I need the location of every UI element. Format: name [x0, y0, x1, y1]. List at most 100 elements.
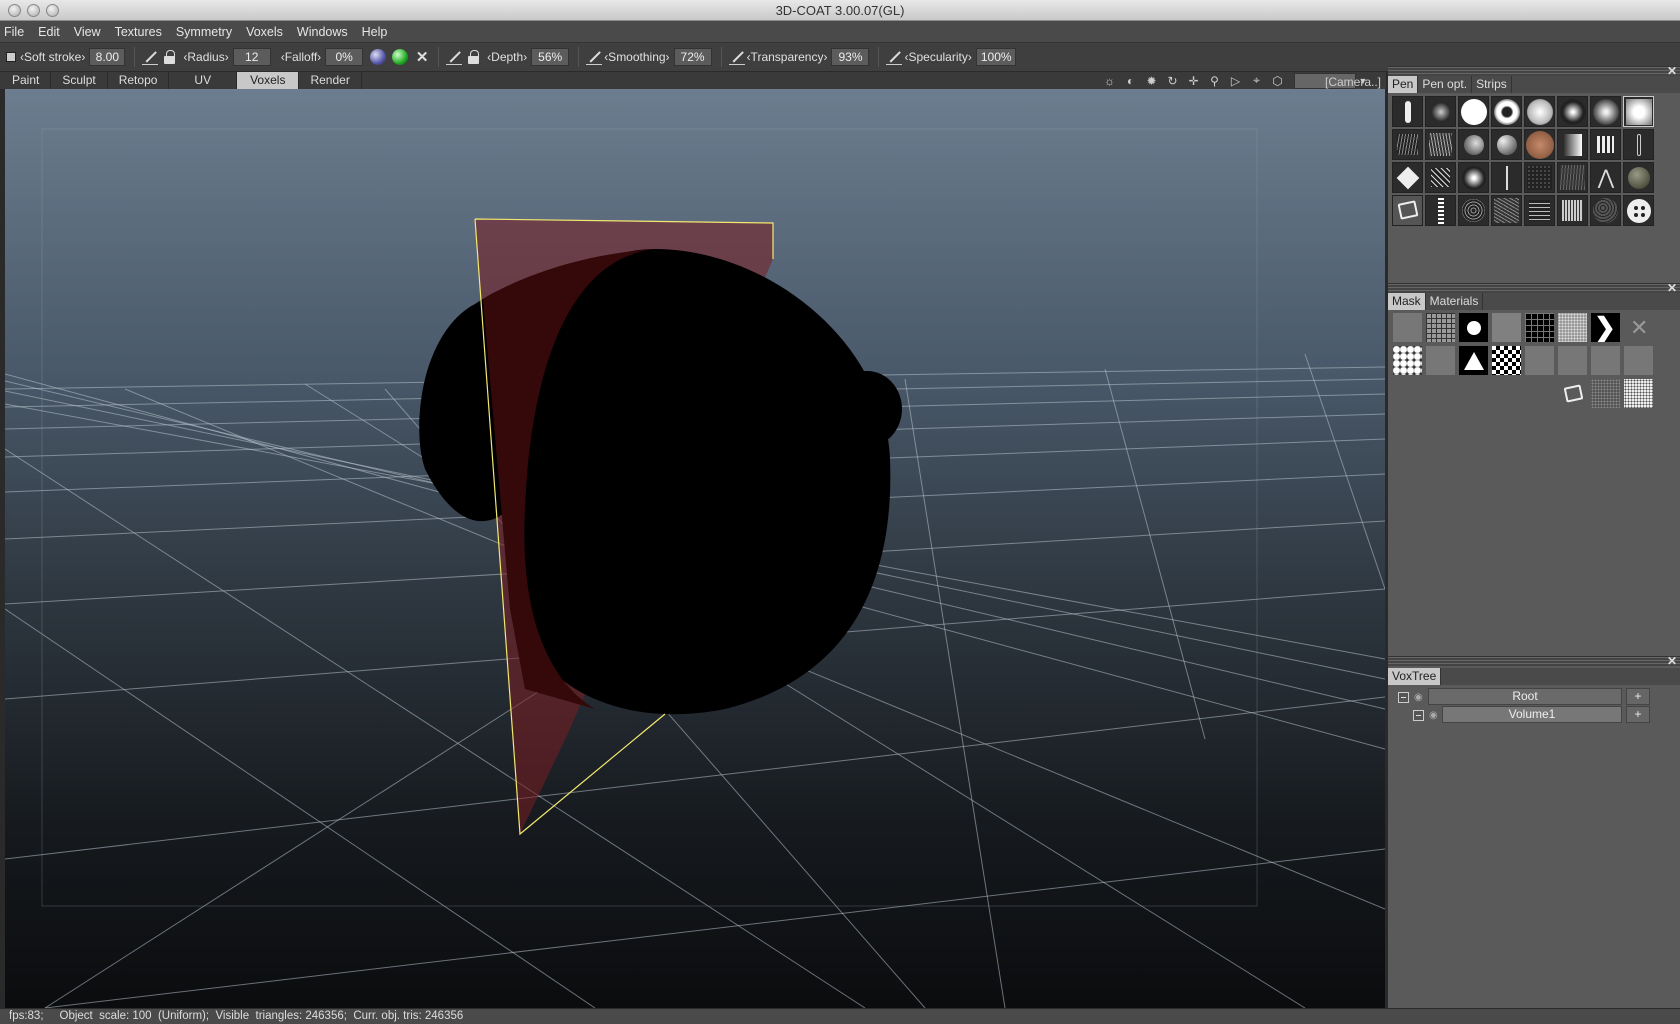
mask-item[interactable] [1491, 312, 1522, 343]
tab-pen[interactable]: Pen [1388, 76, 1419, 93]
specular-sphere-icon[interactable] [370, 49, 387, 65]
soft-stroke-label[interactable]: ‹Soft stroke› [20, 50, 85, 64]
tab-pen-options[interactable]: Pen opt. [1418, 76, 1473, 93]
close-window-button[interactable] [8, 4, 21, 17]
contrast-icon[interactable]: ◐ [1120, 74, 1141, 88]
smoothing-value[interactable]: 72% [673, 48, 712, 66]
cube-icon[interactable]: ⬡ [1267, 74, 1288, 88]
brush-alpha-item[interactable] [1425, 195, 1456, 226]
color-sphere-icon[interactable] [392, 49, 409, 65]
mask-item[interactable] [1392, 345, 1423, 376]
mask-item[interactable] [1524, 312, 1555, 343]
tab-retopo[interactable]: Retopo [108, 72, 170, 89]
close-icon[interactable]: ✕ [414, 48, 430, 66]
brush-alpha-item[interactable] [1590, 129, 1621, 160]
mask-panel-header[interactable]: ✕ [1388, 282, 1680, 294]
brush-alpha-item[interactable] [1491, 129, 1522, 160]
tab-materials[interactable]: Materials [1426, 293, 1484, 310]
radius-value[interactable]: 12 [232, 48, 271, 66]
mask-item[interactable] [1425, 312, 1456, 343]
mask-item[interactable] [1557, 312, 1588, 343]
smoothing-label[interactable]: ‹Smoothing› [604, 50, 669, 64]
brush-alpha-item[interactable] [1623, 195, 1654, 226]
brush-alpha-item[interactable] [1425, 96, 1456, 127]
brush-alpha-item[interactable] [1524, 96, 1555, 127]
voxtree-item-root[interactable]: Root [1428, 688, 1622, 705]
soft-stroke-checkbox[interactable] [6, 52, 16, 62]
pen-pressure-icon[interactable] [142, 49, 159, 65]
eye-icon[interactable]: ◉ [1414, 692, 1425, 703]
collapse-icon[interactable] [1398, 692, 1409, 703]
menu-edit[interactable]: Edit [38, 25, 60, 39]
tab-voxels[interactable]: Voxels [237, 72, 300, 89]
tab-voxtree[interactable]: VoxTree [1388, 668, 1442, 685]
falloff-value[interactable]: 0% [325, 48, 364, 66]
mask-item[interactable] [1425, 345, 1456, 376]
brush-alpha-item[interactable] [1623, 129, 1654, 160]
specularity-value[interactable]: 100% [975, 48, 1016, 66]
sun-icon[interactable]: ✹ [1141, 74, 1162, 88]
tab-sculpt[interactable]: Sculpt [51, 72, 108, 89]
brush-alpha-item[interactable] [1425, 162, 1456, 193]
mask-item[interactable] [1623, 378, 1654, 409]
brush-alpha-item[interactable]: ⋀ [1590, 162, 1621, 193]
brush-alpha-item[interactable] [1491, 195, 1522, 226]
pen-pressure-icon[interactable] [886, 49, 903, 65]
light-icon[interactable]: ☼ [1099, 74, 1120, 88]
brush-alpha-item[interactable] [1557, 195, 1588, 226]
collapse-icon[interactable] [1413, 710, 1424, 721]
brush-alpha-item[interactable] [1458, 129, 1489, 160]
mask-item[interactable] [1458, 345, 1489, 376]
brush-alpha-item[interactable] [1524, 162, 1555, 193]
mask-item[interactable]: ❯ [1590, 312, 1621, 343]
depth-label[interactable]: ‹Depth› [487, 50, 527, 64]
lock-icon[interactable] [162, 49, 178, 65]
voxtree-item-volume1[interactable]: Volume1 [1442, 706, 1622, 723]
brush-alpha-item[interactable] [1623, 162, 1654, 193]
zoom-icon[interactable]: ⚲ [1204, 74, 1225, 88]
rotate-icon[interactable]: ↻ [1162, 74, 1183, 88]
mask-item[interactable] [1392, 312, 1423, 343]
play-icon[interactable]: ▷ [1225, 74, 1246, 88]
brush-alpha-item[interactable] [1557, 96, 1588, 127]
transparency-value[interactable]: 93% [831, 48, 870, 66]
add-mask-icon[interactable] [1557, 378, 1588, 409]
menu-view[interactable]: View [74, 25, 101, 39]
mask-item[interactable] [1458, 312, 1489, 343]
voxtree-panel-header[interactable]: ✕ [1388, 655, 1680, 667]
pen-pressure-icon[interactable] [586, 49, 603, 65]
close-icon[interactable]: ✕ [1667, 655, 1677, 667]
brush-alpha-item[interactable] [1590, 96, 1621, 127]
brush-alpha-item[interactable] [1425, 129, 1456, 160]
depth-value[interactable]: 56% [531, 48, 570, 66]
mask-item[interactable] [1590, 378, 1621, 409]
brush-alpha-item[interactable] [1458, 162, 1489, 193]
brush-alpha-item[interactable] [1392, 162, 1423, 193]
brush-alpha-item[interactable] [1557, 162, 1588, 193]
tab-render[interactable]: Render [299, 72, 362, 89]
tab-strips[interactable]: Strips [1472, 76, 1512, 93]
chevron-down-icon[interactable]: ▼ [1356, 76, 1370, 86]
mask-item[interactable] [1491, 345, 1522, 376]
brush-alpha-item[interactable] [1392, 195, 1423, 226]
soft-stroke-value[interactable]: 8.00 [89, 48, 126, 66]
brush-alpha-item[interactable] [1392, 96, 1423, 127]
pen-pressure-icon[interactable] [728, 49, 745, 65]
brush-alpha-item[interactable] [1491, 162, 1522, 193]
menu-help[interactable]: Help [362, 25, 388, 39]
falloff-label[interactable]: ‹Falloff› [281, 50, 321, 64]
specularity-label[interactable]: ‹Specularity› [904, 50, 971, 64]
minimize-window-button[interactable] [27, 4, 40, 17]
delete-mask-icon[interactable]: ✕ [1623, 312, 1654, 343]
brush-alpha-item[interactable] [1458, 96, 1489, 127]
radius-label[interactable]: ‹Radius› [183, 50, 228, 64]
menu-file[interactable]: File [4, 25, 24, 39]
mask-item[interactable] [1623, 345, 1654, 376]
tab-paint[interactable]: Paint [0, 72, 52, 89]
pen-panel-header[interactable]: ✕ [1388, 65, 1680, 77]
menu-textures[interactable]: Textures [115, 25, 162, 39]
brush-alpha-item[interactable] [1623, 96, 1654, 127]
lock-icon[interactable] [466, 49, 482, 65]
3d-viewport[interactable] [5, 89, 1385, 1008]
camera-select[interactable]: [Camera..] [1294, 72, 1381, 89]
